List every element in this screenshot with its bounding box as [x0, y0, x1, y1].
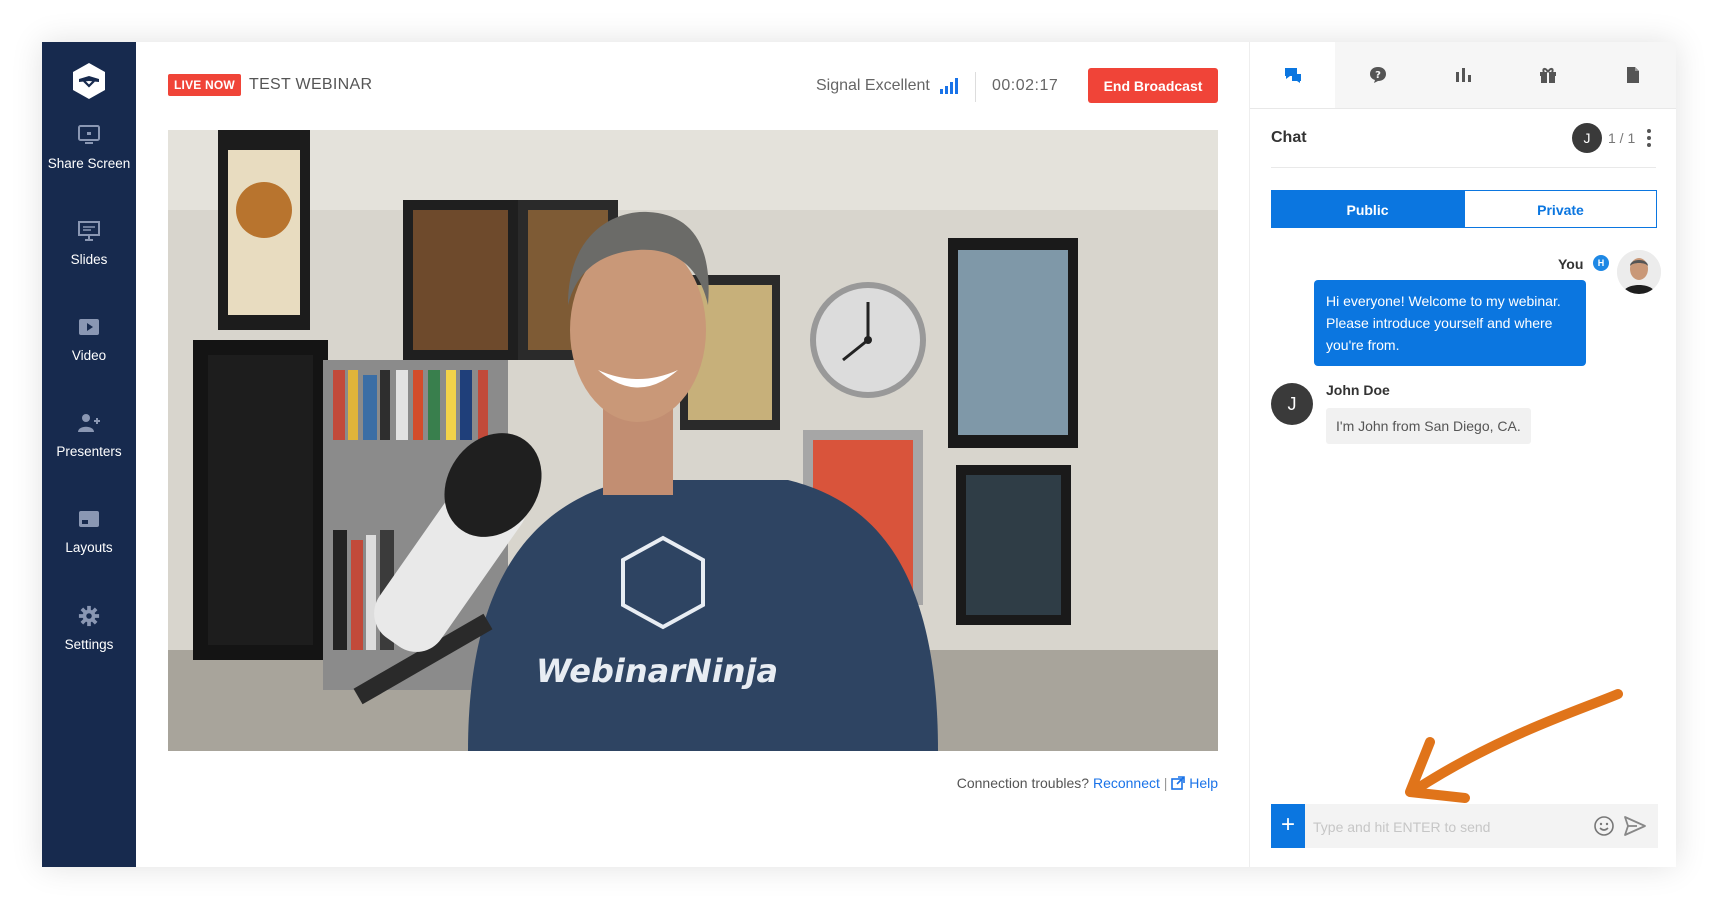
sidebar-item-label: Slides	[70, 252, 108, 267]
chat-message-input[interactable]	[1311, 804, 1595, 850]
chat-icon	[1285, 68, 1301, 83]
presenter-avatar	[1617, 250, 1661, 294]
signal-bars-icon	[940, 78, 958, 94]
attendee-avatar: J	[1572, 123, 1602, 153]
chat-panel: ? Chat J 1 / 1 Public Private You H Hi e…	[1249, 42, 1676, 867]
poll-icon	[1456, 68, 1471, 82]
broadcast-timer: 00:02:17	[992, 77, 1059, 94]
tab-handouts[interactable]	[1590, 42, 1675, 108]
link-separator: |	[1163, 775, 1168, 791]
tab-offers[interactable]	[1505, 42, 1590, 108]
connection-troubles-text: Connection troubles?	[956, 775, 1090, 791]
tab-questions[interactable]: ?	[1335, 42, 1420, 108]
svg-text:?: ?	[1375, 70, 1381, 81]
sidebar-item-label: Layouts	[65, 540, 113, 555]
host-badge: H	[1593, 255, 1609, 271]
reconnect-link[interactable]: Reconnect	[1093, 775, 1160, 791]
webinarninja-logo	[73, 63, 105, 99]
tab-chat[interactable]	[1250, 42, 1335, 108]
webinar-title: TEST WEBINAR	[249, 76, 373, 93]
chat-message-outgoing: Hi everyone! Welcome to my webinar. Plea…	[1314, 280, 1586, 366]
private-chat-tab[interactable]: Private	[1464, 190, 1657, 228]
connection-help-row: Connection troubles? Reconnect | Help	[942, 775, 1218, 791]
sidebar-item-label: Video	[71, 348, 107, 363]
tab-polls[interactable]	[1420, 42, 1505, 108]
live-video-feed: WebinarNinja	[168, 130, 1218, 751]
monitor-icon	[78, 125, 100, 144]
add-attachment-button[interactable]: +	[1271, 804, 1305, 848]
gift-icon	[1540, 68, 1556, 83]
sidebar-item-share-screen[interactable]: Share Screen	[42, 124, 136, 171]
question-icon: ?	[1370, 67, 1386, 83]
user-add-icon	[78, 414, 100, 432]
message-author: John Doe	[1326, 382, 1390, 398]
svg-text:WebinarNinja: WebinarNinja	[536, 652, 778, 690]
webinar-app-window: Share Screen Slides Video Presenters Lay…	[42, 42, 1676, 867]
gear-icon	[78, 605, 100, 627]
help-link[interactable]: Help	[1189, 775, 1218, 791]
sidebar-item-presenters[interactable]: Presenters	[42, 412, 136, 459]
sidebar-item-video[interactable]: Video	[42, 316, 136, 363]
sidebar-item-settings[interactable]: Settings	[42, 605, 136, 652]
presentation-icon	[78, 221, 100, 241]
panel-tab-bar: ?	[1250, 42, 1676, 109]
sidebar-item-label: Settings	[64, 637, 114, 652]
sidebar: Share Screen Slides Video Presenters Lay…	[42, 42, 136, 867]
sidebar-item-slides[interactable]: Slides	[42, 220, 136, 267]
chat-title: Chat	[1271, 129, 1307, 146]
layout-icon	[79, 511, 99, 527]
attendee-count: 1 / 1	[1608, 130, 1636, 146]
sidebar-item-label: Share Screen	[47, 156, 131, 171]
sidebar-item-layouts[interactable]: Layouts	[42, 508, 136, 555]
public-chat-tab[interactable]: Public	[1271, 190, 1464, 228]
live-now-badge: LIVE NOW	[168, 74, 241, 96]
attendee-message-avatar: J	[1271, 383, 1313, 425]
end-broadcast-button[interactable]: End Broadcast	[1088, 68, 1218, 103]
chat-input-bar: +	[1271, 804, 1658, 850]
more-options-icon[interactable]	[1644, 126, 1654, 150]
external-link-icon	[1171, 776, 1186, 790]
sidebar-item-label: Presenters	[56, 444, 122, 459]
emoji-icon[interactable]	[1593, 815, 1615, 837]
document-icon	[1627, 67, 1639, 83]
play-icon	[79, 319, 99, 335]
header-divider	[975, 72, 976, 102]
send-icon[interactable]	[1623, 815, 1647, 837]
chat-message-incoming: I'm John from San Diego, CA.	[1326, 408, 1531, 444]
presenter-video-frame: WebinarNinja	[168, 130, 1218, 751]
chat-header-divider	[1271, 167, 1656, 168]
signal-status: Signal Excellent	[816, 77, 930, 94]
message-author: You	[1558, 256, 1584, 272]
